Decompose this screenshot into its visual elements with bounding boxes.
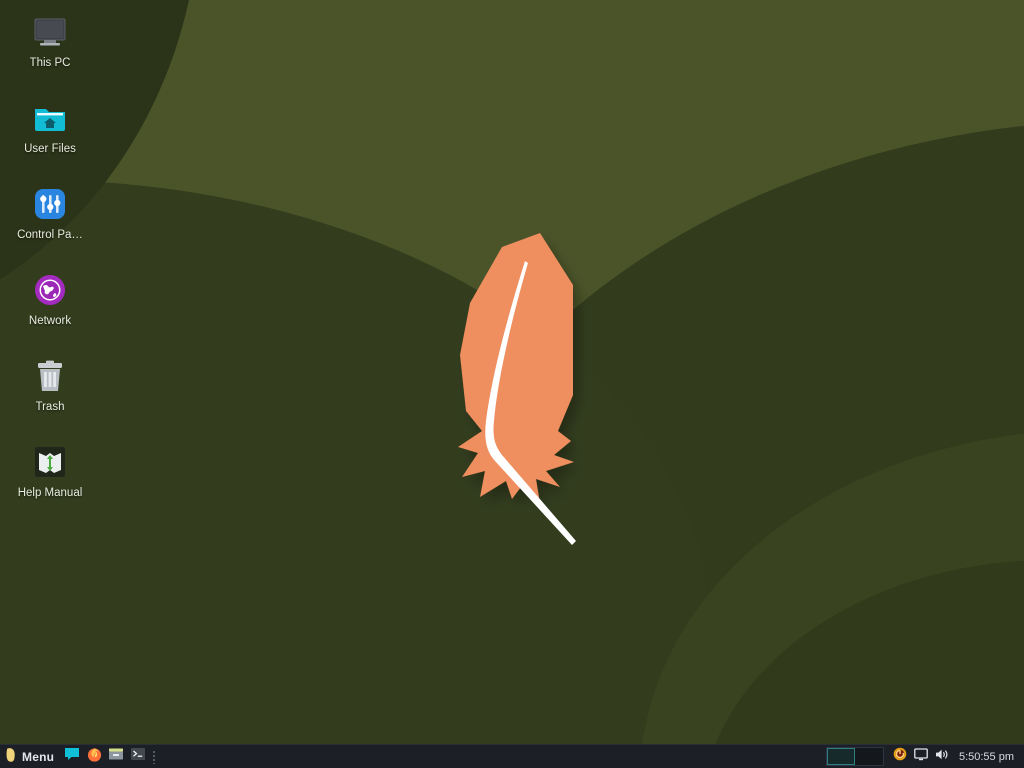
firefox-icon <box>87 747 102 767</box>
launcher-firefox[interactable] <box>83 745 105 768</box>
help-map-icon <box>30 442 70 482</box>
panel-drag-handle[interactable] <box>149 745 158 768</box>
taskbar-left-group: Menu <box>0 745 158 768</box>
desktop-icon-label: This PC <box>29 57 71 69</box>
xfce-mouse-menu-icon <box>5 747 17 767</box>
launcher-archive-manager[interactable] <box>105 745 127 768</box>
desktop-icon-label: Network <box>28 315 72 327</box>
speaker-volume-icon <box>935 748 949 766</box>
desktop-screen: This PC User Files Control Pa… Network T… <box>0 0 1024 768</box>
control-panel-sliders-icon <box>30 184 70 224</box>
desktop-icon-help-manual[interactable]: Help Manual <box>0 442 100 500</box>
tray-volume-control[interactable] <box>933 745 952 768</box>
computer-monitor-icon <box>30 12 70 52</box>
desktop-icon-user-files[interactable]: User Files <box>0 98 100 156</box>
workspace-1[interactable] <box>826 748 855 765</box>
network-globe-icon <box>30 270 70 310</box>
update-notifier-icon <box>893 747 907 766</box>
applications-menu-button[interactable]: Menu <box>0 745 61 768</box>
xfce-feather-logo-icon <box>458 233 576 545</box>
desktop-icon-trash[interactable]: Trash <box>0 356 100 414</box>
workspace-2[interactable] <box>855 748 883 765</box>
wallpaper-band-lowerleft <box>0 180 710 768</box>
desktop-icon-label: User Files <box>24 143 76 155</box>
launcher-file-manager[interactable] <box>61 745 83 768</box>
workspace-switcher[interactable] <box>825 747 884 766</box>
tray-software-updates[interactable] <box>891 745 910 768</box>
launcher-terminal[interactable] <box>127 745 149 768</box>
file-manager-icon <box>64 747 80 766</box>
desktop-icon-network[interactable]: Network <box>0 270 100 328</box>
desktop-icon-control-panel[interactable]: Control Pa… <box>0 184 100 242</box>
applications-menu-label: Menu <box>22 749 55 764</box>
taskbar-panel: Menu 5:50:55 pm <box>0 744 1024 768</box>
desktop-wallpaper[interactable] <box>0 0 1024 768</box>
desktop-icon-label: Control Pa… <box>17 229 83 241</box>
clock[interactable]: 5:50:55 pm <box>953 751 1018 763</box>
display-monitor-icon <box>914 747 929 766</box>
desktop-icon-label: Help Manual <box>17 487 83 499</box>
desktop-icon-this-pc[interactable]: This PC <box>0 12 100 70</box>
archive-box-icon <box>108 747 124 766</box>
trash-bin-icon <box>30 356 70 396</box>
terminal-icon <box>130 747 146 766</box>
taskbar-right-group: 5:50:55 pm <box>825 745 1024 768</box>
desktop-icon-label: Trash <box>35 401 65 413</box>
home-folder-icon <box>30 98 70 138</box>
tray-display-settings[interactable] <box>912 745 931 768</box>
desktop-icon-grid: This PC User Files Control Pa… Network T… <box>0 0 100 528</box>
window-buttons-area[interactable] <box>158 745 826 768</box>
